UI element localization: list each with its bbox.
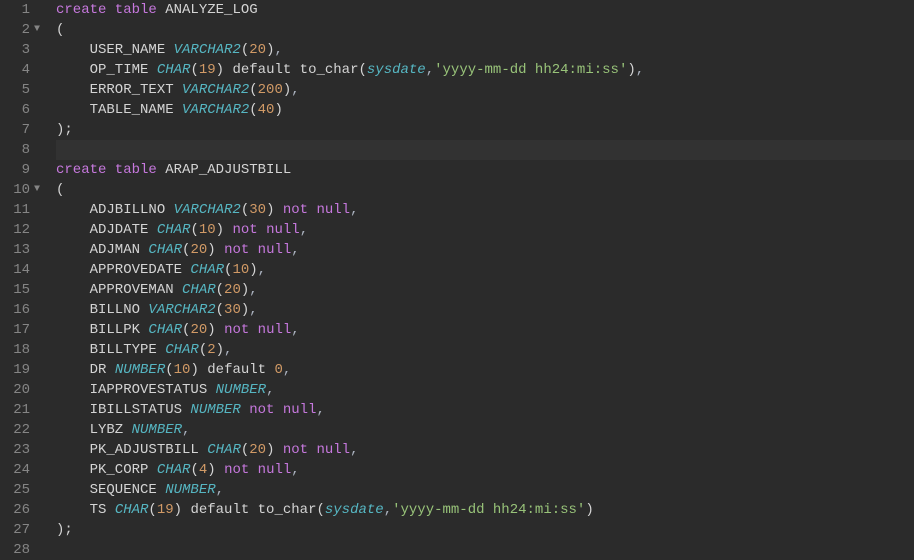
fold-icon[interactable]: ▼ [32,180,40,200]
fold-icon[interactable]: ▼ [32,20,40,40]
line-number: 23 [12,440,40,460]
code-line[interactable]: ADJMAN CHAR(20) not null, [56,240,914,260]
code-line[interactable]: ADJDATE CHAR(10) not null, [56,220,914,240]
line-number: 16 [12,300,40,320]
line-gutter: 12▼345678910▼111213141516171819202122232… [0,0,48,560]
code-line[interactable]: BILLTYPE CHAR(2), [56,340,914,360]
code-line[interactable]: ( [56,20,914,40]
line-number: 26 [12,500,40,520]
code-line[interactable]: ); [56,120,914,140]
code-line[interactable]: ( [56,180,914,200]
line-number: 21 [12,400,40,420]
code-area[interactable]: create table ANALYZE_LOG( USER_NAME VARC… [48,0,914,560]
line-number: 15 [12,280,40,300]
code-editor[interactable]: 12▼345678910▼111213141516171819202122232… [0,0,914,560]
code-line[interactable] [56,140,914,160]
code-line[interactable]: USER_NAME VARCHAR2(20), [56,40,914,60]
line-number: 20 [12,380,40,400]
code-line[interactable]: LYBZ NUMBER, [56,420,914,440]
line-number: 7 [12,120,40,140]
line-number: 1 [12,0,40,20]
line-number: 6 [12,100,40,120]
code-line[interactable]: ); [56,520,914,540]
code-line[interactable]: PK_ADJUSTBILL CHAR(20) not null, [56,440,914,460]
line-number: 9 [12,160,40,180]
line-number: 25 [12,480,40,500]
line-number: 22 [12,420,40,440]
code-line[interactable]: IAPPROVESTATUS NUMBER, [56,380,914,400]
line-number: 28 [12,540,40,560]
code-line[interactable]: ERROR_TEXT VARCHAR2(200), [56,80,914,100]
code-line[interactable]: create table ANALYZE_LOG [56,0,914,20]
code-line[interactable]: APPROVEMAN CHAR(20), [56,280,914,300]
line-number: 13 [12,240,40,260]
line-number: 2▼ [12,20,40,40]
line-number: 11 [12,200,40,220]
code-line[interactable]: create table ARAP_ADJUSTBILL [56,160,914,180]
code-line[interactable]: TABLE_NAME VARCHAR2(40) [56,100,914,120]
line-number: 10▼ [12,180,40,200]
code-line[interactable]: ADJBILLNO VARCHAR2(30) not null, [56,200,914,220]
line-number: 12 [12,220,40,240]
code-line[interactable]: APPROVEDATE CHAR(10), [56,260,914,280]
code-line[interactable]: PK_CORP CHAR(4) not null, [56,460,914,480]
code-line[interactable]: TS CHAR(19) default to_char(sysdate,'yyy… [56,500,914,520]
code-line[interactable]: DR NUMBER(10) default 0, [56,360,914,380]
line-number: 19 [12,360,40,380]
line-number: 5 [12,80,40,100]
line-number: 18 [12,340,40,360]
code-line[interactable]: SEQUENCE NUMBER, [56,480,914,500]
line-number: 3 [12,40,40,60]
line-number: 4 [12,60,40,80]
line-number: 14 [12,260,40,280]
line-number: 8 [12,140,40,160]
code-line[interactable] [56,540,914,560]
code-line[interactable]: IBILLSTATUS NUMBER not null, [56,400,914,420]
code-line[interactable]: BILLNO VARCHAR2(30), [56,300,914,320]
code-line[interactable]: BILLPK CHAR(20) not null, [56,320,914,340]
code-line[interactable]: OP_TIME CHAR(19) default to_char(sysdate… [56,60,914,80]
line-number: 17 [12,320,40,340]
line-number: 27 [12,520,40,540]
line-number: 24 [12,460,40,480]
